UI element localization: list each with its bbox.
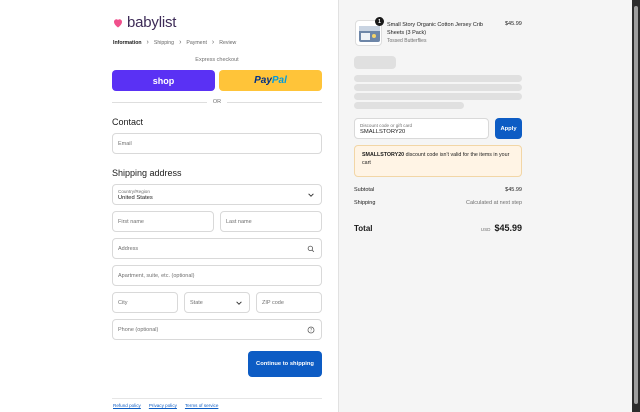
address-field[interactable]: Address — [112, 238, 322, 259]
quantity-badge: 1 — [375, 17, 384, 26]
or-label: OR — [212, 99, 222, 105]
paypal-logo-part2: Pal — [271, 75, 287, 86]
product-title: Small Story Organic Cotton Jersey Crib S… — [387, 22, 483, 36]
email-field[interactable]: Email — [112, 133, 322, 154]
paypal-button[interactable]: Pay Pal — [219, 70, 322, 91]
email-placeholder: Email — [118, 140, 132, 147]
loading-skeleton — [354, 56, 396, 69]
zip-placeholder: ZIP code — [262, 299, 284, 306]
city-placeholder: City — [118, 299, 128, 306]
loading-skeleton — [354, 102, 464, 109]
chevron-down-icon — [236, 300, 242, 305]
shop-pay-button[interactable]: shop — [112, 70, 215, 91]
apartment-field[interactable]: Apartment, suite, etc. (optional) — [112, 265, 322, 286]
warning-code: SMALLSTORY20 — [362, 152, 405, 158]
country-label: Country/Region — [118, 188, 150, 194]
help-icon[interactable]: ? — [307, 326, 315, 334]
refund-policy-link[interactable]: Refund policy — [113, 403, 141, 408]
babylist-logo[interactable]: babylist — [112, 14, 176, 31]
state-select[interactable]: State — [184, 292, 250, 313]
product-price: $45.99 — [505, 21, 522, 27]
breadcrumb: Information › Shipping › Payment › Revie… — [113, 39, 236, 46]
country-select[interactable]: Country/Region United States — [112, 184, 322, 205]
subtotal-row: Subtotal $45.99 — [354, 187, 522, 193]
terms-of-service-link[interactable]: Terms of service — [185, 403, 218, 408]
window-scrollbar[interactable] — [632, 0, 640, 412]
zip-field[interactable]: ZIP code — [256, 292, 322, 313]
breadcrumb-shipping: Shipping — [153, 39, 175, 46]
shipping-label: Shipping — [354, 200, 376, 206]
breadcrumb-review: Review — [219, 39, 237, 46]
order-summary-panel: 1 Small Story Organic Cotton Jersey Crib… — [338, 0, 632, 412]
country-value: United States — [118, 194, 153, 201]
address-placeholder: Address — [118, 245, 139, 252]
continue-to-shipping-button[interactable]: Continue to shipping — [248, 351, 322, 377]
apartment-placeholder: Apartment, suite, etc. (optional) — [118, 272, 195, 279]
first-name-placeholder: First name — [118, 218, 144, 225]
contact-heading: Contact — [112, 117, 144, 127]
apply-label: Apply — [500, 125, 517, 132]
shipping-row: Shipping Calculated at next step — [354, 200, 522, 206]
continue-label: Continue to shipping — [256, 361, 314, 367]
chevron-right-icon: › — [179, 39, 182, 46]
scrollbar-thumb[interactable] — [634, 6, 638, 404]
last-name-field[interactable]: Last name — [220, 211, 322, 232]
state-placeholder: State — [190, 299, 203, 306]
breadcrumb-payment: Payment — [186, 39, 207, 46]
chevron-right-icon: › — [211, 39, 215, 46]
discount-warning-banner: SMALLSTORY20 discount code isn't valid f… — [354, 145, 522, 177]
or-divider: OR — [112, 98, 322, 106]
shipping-address-heading: Shipping address — [112, 168, 182, 178]
total-label: Total — [354, 224, 373, 233]
shipping-value: Calculated at next step — [466, 200, 522, 206]
loading-skeleton — [354, 84, 522, 91]
chevron-right-icon: › — [146, 39, 149, 46]
total-value: $45.99 — [494, 223, 522, 233]
subtotal-value: $45.99 — [505, 187, 522, 193]
subtotal-label: Subtotal — [354, 187, 375, 193]
product-variant: Tossed Butterflies — [387, 38, 427, 44]
last-name-placeholder: Last name — [226, 218, 252, 225]
chevron-down-icon — [308, 192, 314, 197]
phone-placeholder: Phone (optional) — [118, 326, 159, 333]
currency-code: USD — [480, 227, 491, 232]
brand-name: babylist — [127, 14, 177, 31]
apply-discount-button[interactable]: Apply — [495, 118, 522, 139]
paypal-logo-part1: Pay — [254, 75, 272, 86]
search-icon — [307, 245, 315, 252]
breadcrumb-information[interactable]: Information — [113, 40, 142, 46]
loading-skeleton — [354, 93, 522, 100]
footer-divider — [112, 398, 322, 399]
svg-text:?: ? — [310, 327, 312, 332]
heart-icon — [114, 18, 122, 27]
city-field[interactable]: City — [112, 292, 178, 313]
loading-skeleton — [354, 75, 522, 82]
discount-code-input[interactable]: Discount code or gift card SMALLSTORY20 — [354, 118, 489, 139]
discount-label: Discount code or gift card — [360, 122, 413, 128]
shop-pay-label: shop — [152, 75, 175, 86]
footer-links: Refund policy Privacy policy Terms of se… — [113, 403, 226, 408]
first-name-field[interactable]: First name — [112, 211, 214, 232]
express-checkout-label: Express checkout — [195, 57, 239, 63]
total-row: Total USD $45.99 — [354, 218, 522, 236]
discount-value: SMALLSTORY20 — [360, 128, 406, 135]
privacy-policy-link[interactable]: Privacy policy — [149, 403, 177, 408]
checkout-main-panel: babylist Information › Shipping › Paymen… — [0, 0, 338, 412]
phone-field[interactable]: Phone (optional) ? — [112, 319, 322, 340]
